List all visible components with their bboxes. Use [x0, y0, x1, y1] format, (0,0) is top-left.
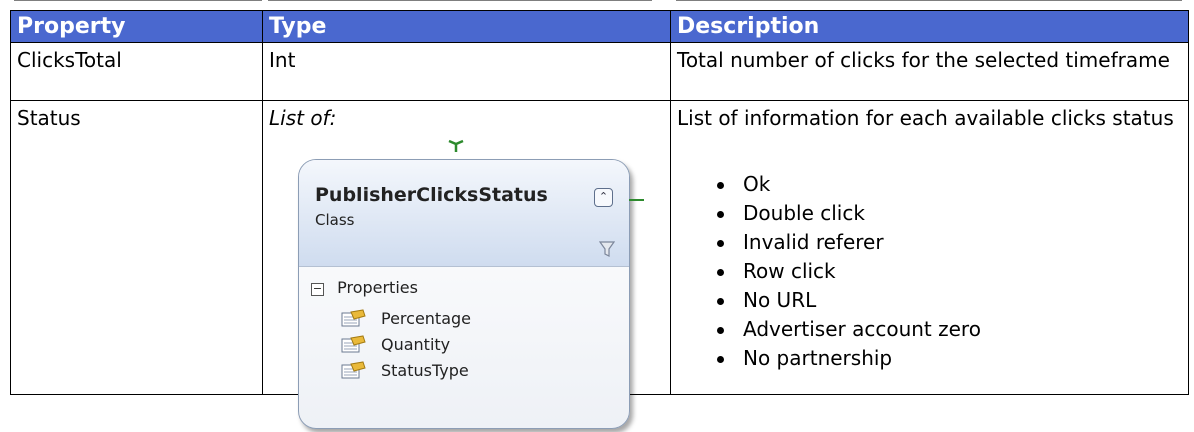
property-table: Property Type Description ClicksTotal In…: [10, 10, 1189, 429]
status-value-list: Ok Double click Invalid referer Row clic…: [677, 170, 1182, 373]
bullet-icon: [717, 327, 724, 334]
list-item: Double click: [677, 199, 1182, 228]
class-kind: Class: [315, 211, 355, 229]
class-property-item: Percentage: [341, 306, 471, 332]
section-label: Properties: [337, 278, 418, 297]
properties-section-header[interactable]: − Properties: [311, 276, 418, 300]
header-type: Type: [262, 10, 671, 43]
cell-description: List of information for each available c…: [670, 100, 1189, 395]
bullet-icon: [717, 298, 724, 305]
property-icon: [341, 309, 366, 327]
list-item: Ok: [677, 170, 1182, 199]
description-text: List of information for each available c…: [677, 106, 1174, 130]
header-property: Property: [10, 10, 263, 43]
property-icon: [341, 361, 366, 379]
table-row: ClicksTotal Int Total number of clicks f…: [10, 42, 1189, 101]
status-value: Advertiser account zero: [743, 317, 981, 341]
class-diagram-box: PublisherClicksStatus Class ⌃ − Properti…: [298, 159, 630, 429]
bullet-icon: [717, 211, 724, 218]
bullet-icon: [717, 182, 724, 189]
list-item: No partnership: [677, 344, 1182, 373]
cell-type: List of: PublisherClicksStatus Class ⌃ −…: [262, 100, 671, 429]
collapse-toggle-icon[interactable]: −: [311, 283, 324, 296]
class-name: PublisherClicksStatus: [315, 184, 548, 206]
status-value: Row click: [743, 259, 836, 283]
status-value: Ok: [743, 172, 771, 196]
table-header-row: Property Type Description: [10, 10, 1189, 43]
list-item: Row click: [677, 257, 1182, 286]
list-item: No URL: [677, 286, 1182, 315]
association-connector-line: [629, 199, 644, 201]
property-icon: [341, 335, 366, 353]
class-property-item: StatusType: [341, 358, 469, 384]
property-name: Quantity: [381, 335, 451, 354]
cell-property: Status: [10, 100, 263, 395]
cell-type: Int: [262, 42, 671, 101]
status-value: Invalid referer: [743, 230, 884, 254]
bullet-icon: [717, 240, 724, 247]
class-property-item: Quantity: [341, 332, 450, 358]
property-name: StatusType: [381, 361, 469, 380]
status-value: No URL: [743, 288, 817, 312]
list-item: Invalid referer: [677, 228, 1182, 257]
collapse-icon[interactable]: ⌃: [594, 188, 613, 207]
property-name: Percentage: [381, 309, 472, 328]
document-page: Property Type Description ClicksTotal In…: [0, 0, 1194, 432]
bullet-icon: [717, 269, 724, 276]
list-of-label: List of:: [269, 106, 337, 130]
cell-description: Total number of clicks for the selected …: [670, 42, 1189, 101]
class-header: PublisherClicksStatus Class ⌃: [299, 160, 629, 267]
list-item: Advertiser account zero: [677, 315, 1182, 344]
inheritance-connector-icon: [448, 139, 464, 152]
cell-property: ClicksTotal: [10, 42, 263, 101]
filter-icon[interactable]: [599, 240, 615, 258]
bullet-icon: [717, 356, 724, 363]
table-row: Status List of: PublisherClicksStatus Cl…: [10, 100, 1189, 429]
status-value: No partnership: [743, 346, 893, 370]
header-description: Description: [670, 10, 1189, 43]
status-value: Double click: [743, 201, 865, 225]
